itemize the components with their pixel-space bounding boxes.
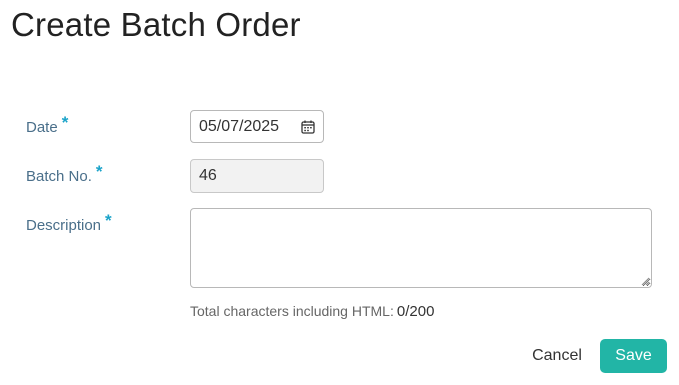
description-required-marker: * <box>105 211 112 230</box>
batch-no-required-marker: * <box>95 162 103 181</box>
batch-no-field[interactable]: 46 <box>190 159 324 193</box>
date-label: Date * <box>26 113 68 137</box>
calendar-icon[interactable] <box>301 120 315 134</box>
page-title: Create Batch Order <box>11 6 301 43</box>
save-button[interactable]: Save <box>600 339 667 373</box>
character-counter-label: Total characters including HTML: <box>190 303 394 319</box>
batch-no-label: Batch No. * <box>26 162 103 186</box>
character-counter-value: 0/200 <box>396 303 435 320</box>
date-value[interactable]: 05/07/2025 <box>199 118 301 136</box>
character-counter: Total characters including HTML: 0/200 <box>190 303 434 320</box>
description-label-text: Description <box>26 217 102 234</box>
date-field[interactable]: 05/07/2025 <box>190 110 324 143</box>
description-label: Description * <box>26 211 112 235</box>
cancel-button[interactable]: Cancel <box>524 339 590 373</box>
description-textarea[interactable] <box>190 208 652 288</box>
batch-no-value: 46 <box>199 167 217 184</box>
batch-no-label-text: Batch No. <box>26 168 92 185</box>
create-batch-order-page: Create Batch Order Date * 05/07/2025 Batc… <box>0 0 679 385</box>
date-label-text: Date <box>26 119 58 136</box>
date-required-marker: * <box>61 113 69 132</box>
